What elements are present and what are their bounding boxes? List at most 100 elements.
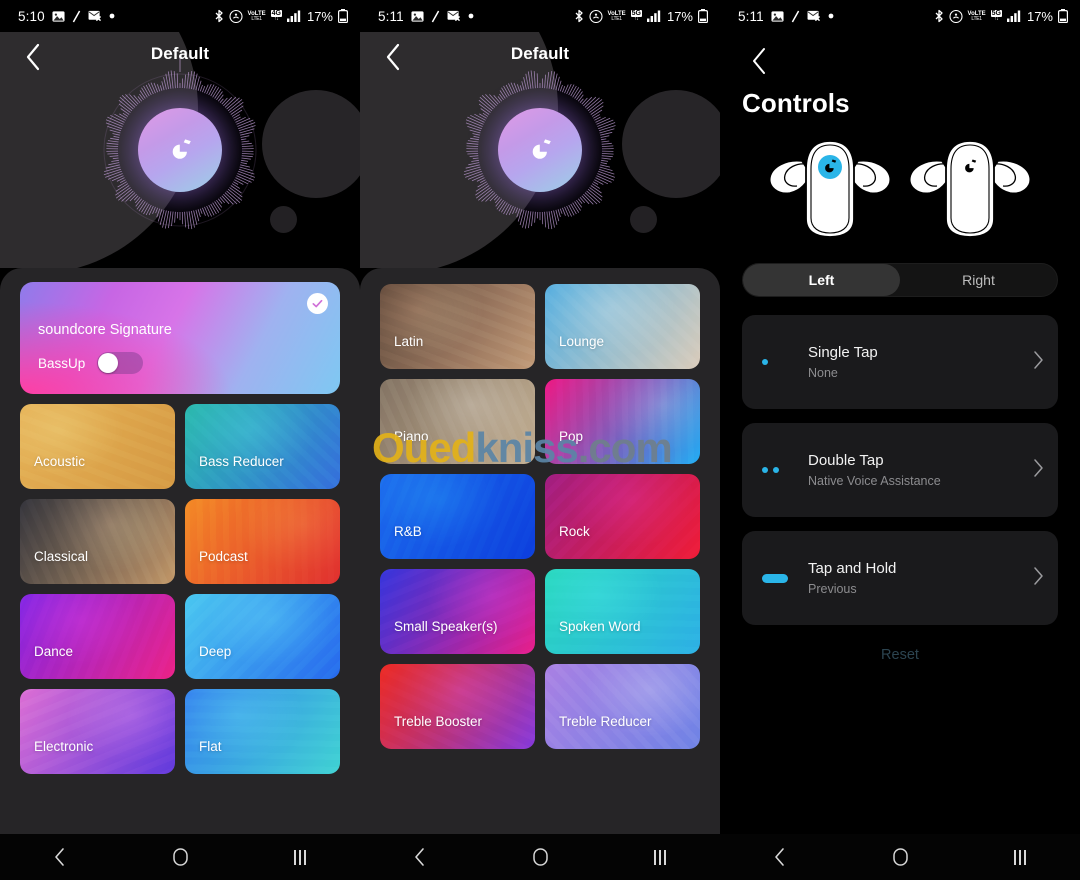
signature-preset-card[interactable]: soundcore Signature BassUp xyxy=(20,282,340,394)
preset-tile[interactable]: Small Speaker(s) xyxy=(380,569,535,654)
preset-label: R&B xyxy=(394,524,422,539)
nav-recents-button[interactable] xyxy=(270,834,330,880)
preset-tile[interactable]: Dance xyxy=(20,594,175,679)
nav-back-icon xyxy=(415,848,424,866)
bassup-label: BassUp xyxy=(38,355,86,371)
preset-tile[interactable]: Deep xyxy=(185,594,340,679)
preset-tile[interactable]: Lounge xyxy=(545,284,700,369)
volte-icon: VoLTE LTE1 xyxy=(247,10,266,22)
preset-tile[interactable]: Classical xyxy=(20,499,175,584)
preset-tile[interactable]: Treble Reducer xyxy=(545,664,700,749)
control-name: Tap and Hold xyxy=(808,560,897,577)
control-row[interactable]: Tap and Hold Previous xyxy=(742,531,1058,625)
status-time: 5:11 xyxy=(378,8,404,24)
preset-tile[interactable]: Acoustic xyxy=(20,404,175,489)
network-type-icon: 4G ↑↓ xyxy=(270,10,282,22)
dot-icon xyxy=(109,13,115,19)
preset-label: Lounge xyxy=(559,334,605,349)
preset-tile[interactable]: R&B xyxy=(380,474,535,559)
slash-icon xyxy=(791,10,800,23)
chevron-right-icon xyxy=(1033,566,1044,591)
nav-back-button[interactable] xyxy=(750,834,810,880)
preset-tile[interactable]: Rock xyxy=(545,474,700,559)
mail-icon xyxy=(88,10,102,22)
preset-label: Classical xyxy=(34,549,89,564)
bluetooth-icon xyxy=(574,9,584,23)
photo-icon xyxy=(52,10,65,23)
control-row[interactable]: Single Tap None xyxy=(742,315,1058,409)
preset-label: Pop xyxy=(559,429,584,444)
chevron-left-icon xyxy=(752,48,765,74)
status-bar-2: 5:11 VoLTE LTE1 5G ↑↓ 17% xyxy=(360,0,720,32)
soundcore-logo-icon xyxy=(138,108,222,192)
wifi-calling-icon xyxy=(948,9,963,23)
nav-home-button[interactable] xyxy=(870,834,930,880)
left-right-segmented-control[interactable]: Left Right xyxy=(742,263,1058,297)
preset-tile[interactable]: Pop xyxy=(545,379,700,464)
control-text: Tap and Hold Previous xyxy=(808,560,1033,596)
slash-icon xyxy=(431,10,440,23)
preset-tile[interactable]: Bass Reducer xyxy=(185,404,340,489)
photo-icon xyxy=(411,10,424,23)
bassup-toggle[interactable] xyxy=(97,352,144,374)
preset-label: Flat xyxy=(199,739,222,754)
preset-tile[interactable]: Podcast xyxy=(185,499,340,584)
preset-tile[interactable]: Treble Booster xyxy=(380,664,535,749)
control-value: Native Voice Assistance xyxy=(808,474,941,488)
preset-tile[interactable]: Piano xyxy=(380,379,535,464)
back-button[interactable] xyxy=(742,44,776,78)
earbud-left-icon xyxy=(768,140,892,238)
signal-icon xyxy=(646,10,661,22)
toggle-knob xyxy=(98,353,119,373)
reset-button[interactable]: Reset xyxy=(720,647,1080,663)
preset-tile[interactable]: Latin xyxy=(380,284,535,369)
preset-label: Latin xyxy=(394,334,424,349)
soundcore-logo-icon xyxy=(498,108,582,192)
panel-controls: 5:11 VoLTE LTE1 5G ↑↓ 17% Controls Left … xyxy=(720,0,1080,880)
preset-tile[interactable]: Flat xyxy=(185,689,340,774)
segment-right[interactable]: Right xyxy=(900,264,1057,296)
battery-icon xyxy=(1058,9,1068,23)
chevron-left-icon xyxy=(26,43,39,71)
touch-zone-highlight xyxy=(818,155,842,179)
preset-tile[interactable]: Spoken Word xyxy=(545,569,700,654)
page-title: Controls xyxy=(742,88,850,118)
preset-label: Small Speaker(s) xyxy=(394,619,498,634)
nav-back-button[interactable] xyxy=(390,834,450,880)
control-row[interactable]: Double Tap Native Voice Assistance xyxy=(742,423,1058,517)
preset-sheet-1: soundcore Signature BassUp Acoustic Bass … xyxy=(0,268,360,880)
control-text: Double Tap Native Voice Assistance xyxy=(808,452,1033,488)
nav-recents-button[interactable] xyxy=(630,834,690,880)
volte-icon: VoLTE LTE1 xyxy=(967,10,986,22)
nav-home-button[interactable] xyxy=(150,834,210,880)
battery-percent: 17% xyxy=(1026,8,1053,24)
android-nav-bar-1 xyxy=(0,834,360,880)
control-text: Single Tap None xyxy=(808,344,1033,380)
chevron-left-icon xyxy=(386,43,399,71)
preset-label: Podcast xyxy=(199,549,248,564)
control-value: Previous xyxy=(808,582,857,596)
preset-label: Dance xyxy=(34,644,74,659)
nav-back-button[interactable] xyxy=(30,834,90,880)
nav-home-icon xyxy=(172,848,188,866)
earbuds-illustration xyxy=(720,125,1080,245)
back-button[interactable] xyxy=(16,40,50,74)
segment-left[interactable]: Left xyxy=(743,264,900,296)
dot-icon xyxy=(468,13,474,19)
back-button[interactable] xyxy=(376,40,410,74)
signal-icon xyxy=(286,10,301,22)
preset-tile[interactable]: Electronic xyxy=(20,689,175,774)
nav-recents-icon xyxy=(1014,849,1026,865)
bluetooth-icon xyxy=(214,9,224,23)
signature-name: soundcore Signature xyxy=(38,322,172,338)
nav-recents-button[interactable] xyxy=(990,834,1050,880)
battery-percent: 17% xyxy=(666,8,693,24)
nav-home-button[interactable] xyxy=(510,834,570,880)
hold-bar-icon xyxy=(762,573,808,583)
control-value: None xyxy=(808,366,838,380)
chevron-right-icon xyxy=(1033,458,1044,483)
mail-icon xyxy=(807,10,821,22)
chevron-right-icon xyxy=(1033,350,1044,375)
photo-icon xyxy=(771,10,784,23)
battery-icon xyxy=(338,9,348,23)
